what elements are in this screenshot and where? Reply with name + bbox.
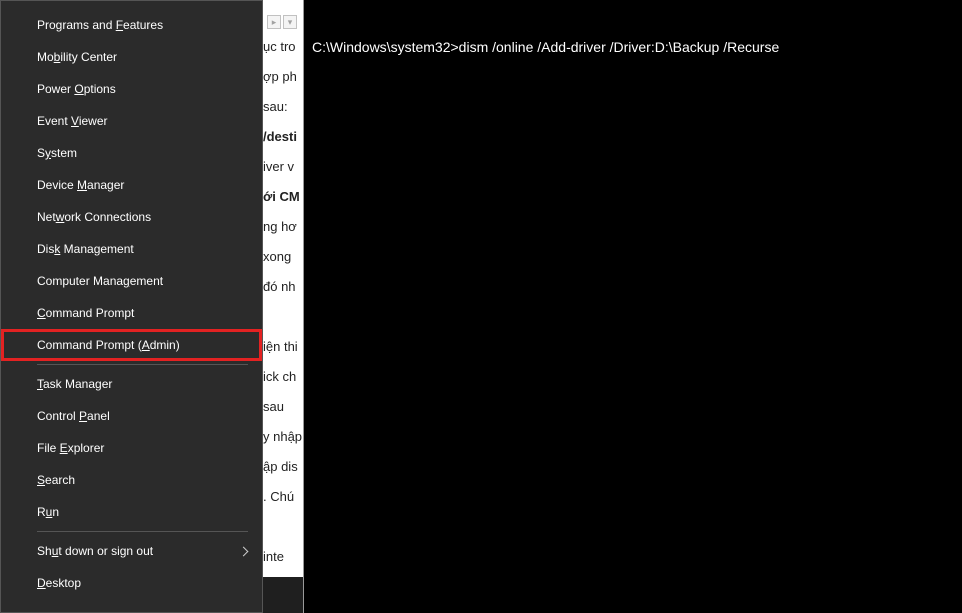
background-text-fragment: ục tro	[263, 38, 303, 56]
menu-item-network-connections[interactable]: Network Connections	[1, 201, 262, 233]
menu-text-post: earch	[45, 473, 75, 487]
menu-hotkey-underline: O	[74, 82, 83, 96]
menu-text-pre: Device	[37, 178, 77, 192]
menu-text-pre: Net	[37, 210, 56, 224]
menu-text-post: xplorer	[68, 441, 105, 455]
menu-text-pre: S	[37, 146, 45, 160]
menu-item-command-prompt[interactable]: Command Prompt	[1, 297, 262, 329]
background-text-fragment: sau:	[263, 98, 303, 116]
background-document-fragment: ▸ ▾ ục tro ợp ph sau: /desti iver v ới CM ng …	[263, 0, 304, 613]
menu-text-pre: Sh	[37, 544, 52, 558]
background-text-fragment	[263, 518, 303, 536]
background-text-fragment: . Chú	[263, 488, 303, 506]
background-text-fragment	[263, 308, 303, 326]
menu-separator	[37, 364, 248, 365]
terminal-line: C:\Windows\system32>dism /online /Add-dr…	[312, 38, 954, 56]
menu-item-shut-down-or-sign-out[interactable]: Shut down or sign out	[1, 535, 262, 567]
down-icon[interactable]: ▾	[283, 15, 297, 29]
menu-item-command-prompt-admin[interactable]: Command Prompt (Admin)	[1, 329, 262, 361]
menu-hotkey-underline: D	[37, 576, 46, 590]
background-text-fragment: ick ch	[263, 368, 303, 386]
menu-item-computer-management[interactable]: Computer Management	[1, 265, 262, 297]
menu-text-pre: Dis	[37, 242, 54, 256]
menu-hotkey-underline: g	[123, 274, 130, 288]
menu-text-post: ork Connections	[64, 210, 151, 224]
command-prompt-window[interactable]: C:\Windows\system32>dism /online /Add-dr…	[304, 0, 962, 613]
background-text-fragment: ợp ph	[263, 68, 303, 86]
menu-text-post: stem	[51, 146, 77, 160]
menu-item-task-manager[interactable]: Task Manager	[1, 368, 262, 400]
menu-text-post: ility Center	[60, 50, 117, 64]
menu-text-post: ptions	[84, 82, 116, 96]
menu-text-post: esktop	[46, 576, 81, 590]
menu-hotkey-underline: A	[142, 338, 150, 352]
winx-context-menu: Programs and FeaturesMobility CenterPowe…	[0, 0, 263, 613]
menu-item-search[interactable]: Search	[1, 464, 262, 496]
menu-text-post: dmin)	[150, 338, 180, 352]
menu-text-post: t down or sign out	[58, 544, 153, 558]
menu-item-disk-management[interactable]: Disk Management	[1, 233, 262, 265]
terminal-command: dism /online /Add-driver /Driver:D:\Back…	[459, 39, 780, 55]
background-text-fragment: ới CM	[263, 188, 303, 206]
menu-text-post: ommand Prompt	[46, 306, 135, 320]
background-text-fragment: sau	[263, 398, 303, 416]
menu-item-mobility-center[interactable]: Mobility Center	[1, 41, 262, 73]
menu-item-desktop[interactable]: Desktop	[1, 567, 262, 599]
nav-icons: ▸ ▾	[263, 12, 303, 32]
background-text-fragment: iện thi	[263, 338, 303, 356]
menu-text-pre: Power	[37, 82, 74, 96]
menu-text-post: n	[52, 505, 59, 519]
menu-hotkey-underline: M	[77, 178, 87, 192]
background-text-fragment: ập dis	[263, 458, 303, 476]
menu-item-device-manager[interactable]: Device Manager	[1, 169, 262, 201]
menu-separator	[37, 531, 248, 532]
background-text-fragment: y nhập	[263, 428, 303, 446]
menu-hotkey-underline: P	[79, 409, 87, 423]
menu-hotkey-underline: E	[60, 441, 68, 455]
menu-item-programs-and-features[interactable]: Programs and Features	[1, 9, 262, 41]
menu-hotkey-underline: S	[37, 473, 45, 487]
menu-text-post: anager	[87, 178, 124, 192]
menu-item-event-viewer[interactable]: Event Viewer	[1, 105, 262, 137]
menu-text-post: eatures	[123, 18, 163, 32]
menu-text-pre: Command Prompt (	[37, 338, 142, 352]
menu-text-pre: Computer Mana	[37, 274, 123, 288]
menu-hotkey-underline: V	[71, 114, 79, 128]
menu-text-post: iewer	[79, 114, 108, 128]
menu-text-post: anel	[87, 409, 110, 423]
menu-item-file-explorer[interactable]: File Explorer	[1, 432, 262, 464]
menu-item-control-panel[interactable]: Control Panel	[1, 400, 262, 432]
background-text-fragment: đó nh	[263, 278, 303, 296]
forward-icon[interactable]: ▸	[267, 15, 281, 29]
menu-item-system[interactable]: System	[1, 137, 262, 169]
terminal-blank-line	[312, 88, 954, 106]
background-text-fragment: iver v	[263, 158, 303, 176]
background-text-fragment: inte	[263, 548, 303, 566]
menu-text-pre: Event	[37, 114, 71, 128]
background-text-fragment: ng hơ	[263, 218, 303, 236]
terminal-prompt: C:\Windows\system32>	[312, 39, 459, 55]
menu-hotkey-underline: F	[116, 18, 123, 32]
menu-text-pre: R	[37, 505, 46, 519]
menu-text-pre: File	[37, 441, 60, 455]
menu-text-pre: Programs and	[37, 18, 116, 32]
menu-text-post: ement	[130, 274, 163, 288]
background-text-fragment: /desti	[263, 128, 303, 146]
menu-item-power-options[interactable]: Power Options	[1, 73, 262, 105]
menu-text-pre: Control	[37, 409, 79, 423]
menu-text-post: Management	[60, 242, 133, 256]
background-text-fragment: xong	[263, 248, 303, 266]
menu-item-run[interactable]: Run	[1, 496, 262, 528]
menu-hotkey-underline: C	[37, 306, 46, 320]
menu-text-pre: Mo	[37, 50, 54, 64]
menu-text-post: ask Manager	[43, 377, 112, 391]
